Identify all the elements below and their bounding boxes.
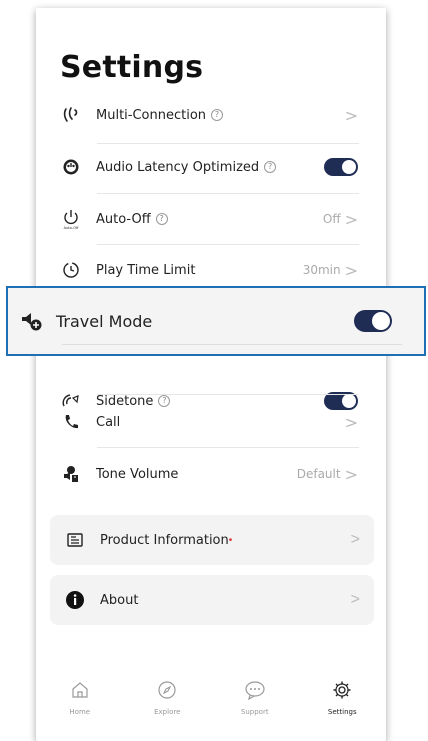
audio-latency-icon: [60, 156, 82, 178]
tab-explore[interactable]: Explore: [124, 668, 212, 728]
divider: [97, 447, 359, 448]
sidetone-icon: [60, 390, 82, 412]
phone-screen: Settings Multi-Connection ? > Audio Late…: [36, 8, 386, 741]
info-icon[interactable]: ?: [211, 109, 224, 121]
product-info-icon: [64, 529, 86, 551]
setting-value: 30min: [302, 263, 341, 277]
tone-volume-icon: [60, 463, 82, 485]
product-information-card[interactable]: Product Information • >: [50, 515, 374, 565]
divider: [62, 344, 402, 345]
tab-label: Support: [240, 708, 269, 716]
setting-call[interactable]: Call >: [60, 411, 358, 433]
setting-value: Off: [322, 212, 341, 226]
multi-connection-icon: [60, 104, 82, 126]
home-icon: [70, 680, 90, 705]
timer-icon: [60, 259, 82, 281]
travel-mode-icon: [20, 308, 46, 334]
chevron-right-icon: >: [344, 464, 358, 484]
chevron-right-icon: >: [344, 105, 358, 125]
chevron-right-icon: >: [350, 591, 360, 608]
setting-label: Sidetone: [96, 393, 154, 409]
travel-mode-row[interactable]: Travel Mode: [6, 286, 426, 356]
gear-icon: [332, 680, 352, 705]
about-card[interactable]: About >: [50, 575, 374, 625]
info-icon[interactable]: ?: [158, 395, 171, 407]
setting-multi-connection[interactable]: Multi-Connection ? >: [60, 104, 358, 126]
setting-play-time-limit[interactable]: Play Time Limit 30min >: [60, 259, 358, 281]
phone-icon: [60, 411, 82, 433]
setting-audio-latency[interactable]: Audio Latency Optimized ?: [60, 156, 358, 178]
chat-icon: [244, 680, 266, 705]
tab-label: Settings: [327, 708, 357, 716]
about-icon: [64, 589, 86, 611]
chevron-right-icon: >: [344, 260, 358, 280]
setting-label: Auto-Off: [96, 211, 151, 227]
tab-home[interactable]: Home: [36, 668, 124, 728]
tab-label: Home: [69, 708, 91, 716]
travel-mode-toggle[interactable]: [354, 310, 392, 332]
setting-tone-volume[interactable]: Tone Volume Default >: [60, 463, 358, 485]
auto-off-icon: Auto-Off: [60, 208, 82, 230]
tab-label: Explore: [154, 708, 181, 716]
bottom-tab-bar: Home Explore Support Settings: [36, 668, 386, 728]
audio-latency-toggle[interactable]: [324, 158, 358, 176]
tab-support[interactable]: Support: [211, 668, 299, 728]
tab-settings[interactable]: Settings: [299, 668, 387, 728]
travel-mode-label: Travel Mode: [56, 311, 153, 331]
setting-label: Audio Latency Optimized: [96, 159, 260, 175]
compass-icon: [157, 680, 177, 705]
divider: [97, 143, 359, 144]
divider: [97, 244, 359, 245]
setting-auto-off[interactable]: Auto-Off Auto-Off ? Off >: [60, 208, 358, 231]
setting-label: Call: [96, 414, 121, 430]
chevron-right-icon: >: [350, 531, 360, 548]
card-label: Product Information: [100, 532, 229, 548]
setting-value: Default: [296, 467, 341, 481]
setting-label: Multi-Connection: [96, 107, 207, 123]
setting-label: Play Time Limit: [96, 262, 196, 278]
setting-label: Tone Volume: [96, 466, 179, 482]
notification-dot: •: [228, 534, 233, 546]
page-title: Settings: [60, 50, 204, 85]
chevron-right-icon: >: [344, 209, 358, 229]
info-icon[interactable]: ?: [155, 213, 168, 225]
info-icon[interactable]: ?: [264, 161, 277, 173]
divider: [97, 193, 359, 194]
chevron-right-icon: >: [344, 412, 358, 432]
divider: [97, 394, 359, 395]
auto-off-icon-caption: Auto-Off: [64, 226, 79, 230]
card-label: About: [100, 592, 139, 608]
